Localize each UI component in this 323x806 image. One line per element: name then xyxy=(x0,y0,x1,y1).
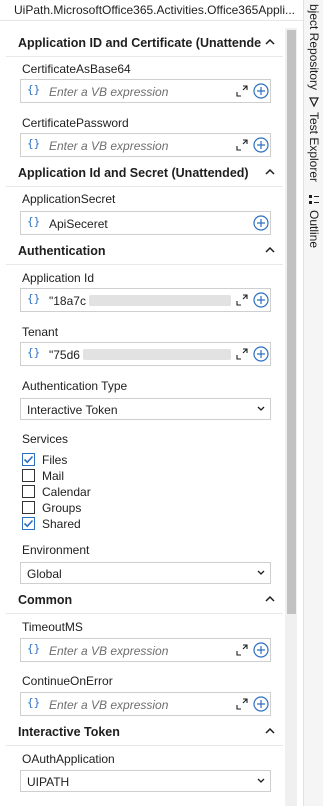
section-interactive-token[interactable]: Interactive Token xyxy=(6,721,283,745)
section-title: Interactive Token xyxy=(18,725,120,739)
checkbox-label-files: Files xyxy=(42,453,68,467)
expand-editor-icon[interactable] xyxy=(236,294,248,306)
divider xyxy=(6,264,283,265)
certificate-password-placeholder: Enter a VB expression xyxy=(49,139,169,153)
section-authentication[interactable]: Authentication xyxy=(6,240,283,264)
checkmark-icon xyxy=(23,519,34,528)
side-tab-test-explorer[interactable]: Test Explorer xyxy=(307,112,321,182)
chevron-down-icon xyxy=(257,778,265,783)
checkbox-calendar[interactable] xyxy=(22,485,35,498)
timeoutms-placeholder: Enter a VB expression xyxy=(49,644,169,658)
section-common[interactable]: Common xyxy=(6,589,283,613)
checkbox-label-groups: Groups xyxy=(42,501,82,515)
prop-label-services: Services xyxy=(22,432,69,446)
timeoutms-field[interactable]: {} Enter a VB expression xyxy=(20,638,271,662)
expand-editor-icon[interactable] xyxy=(236,348,248,360)
section-title: Authentication xyxy=(18,244,106,258)
checkbox-label-shared: Shared xyxy=(42,517,81,531)
divider xyxy=(6,186,283,187)
checkmark-icon xyxy=(23,455,34,464)
application-secret-value: ApiSeceret xyxy=(49,217,108,231)
prop-label-application-secret: ApplicationSecret xyxy=(22,192,116,206)
checkbox-groups[interactable] xyxy=(22,501,35,514)
chevron-up-icon[interactable] xyxy=(263,724,277,738)
certificate-password-field[interactable]: {} Enter a VB expression xyxy=(20,133,271,157)
side-tab-outline[interactable]: Outline xyxy=(307,210,321,248)
expand-editor-icon[interactable] xyxy=(236,644,248,656)
add-variable-icon[interactable] xyxy=(253,83,269,99)
chevron-up-icon[interactable] xyxy=(263,165,277,179)
chevron-up-icon[interactable] xyxy=(263,243,277,257)
expand-editor-icon[interactable] xyxy=(236,698,248,710)
prop-label-continue-on-error: ContinueOnError xyxy=(22,674,113,688)
section-appid-secret[interactable]: Application Id and Secret (Unattended) xyxy=(6,162,283,186)
redacted-text xyxy=(83,349,231,360)
expression-braces-icon: {} xyxy=(27,696,41,709)
section-title: Application ID and Certificate (Unattend… xyxy=(18,36,262,50)
expand-editor-icon[interactable] xyxy=(236,139,248,151)
continue-on-error-field[interactable]: {} Enter a VB expression xyxy=(20,692,271,716)
side-tab-strip: bject Repository Test Explorer Outline xyxy=(303,0,323,806)
oauth-application-select[interactable]: UIPATH xyxy=(20,770,271,792)
add-variable-icon[interactable] xyxy=(253,642,269,658)
chevron-down-icon xyxy=(257,406,265,411)
section-title: Application Id and Secret (Unattended) xyxy=(18,166,249,180)
section-appid-certificate[interactable]: Application ID and Certificate (Unattend… xyxy=(6,32,283,56)
prop-label-authentication-type: Authentication Type xyxy=(22,379,128,393)
application-id-field[interactable]: {} "18a7c xyxy=(20,288,271,312)
prop-label-tenant: Tenant xyxy=(22,325,59,339)
authentication-type-value: Interactive Token xyxy=(27,403,118,417)
add-variable-icon[interactable] xyxy=(253,215,269,231)
checkbox-label-mail: Mail xyxy=(42,469,65,483)
test-explorer-icon xyxy=(308,96,320,111)
expression-braces-icon: {} xyxy=(27,137,41,150)
tenant-value: "75d6 xyxy=(49,348,80,362)
prop-label-certificate-password: CertificatePassword xyxy=(22,116,129,130)
redacted-text xyxy=(89,295,231,306)
checkbox-label-calendar: Calendar xyxy=(42,485,91,499)
chevron-up-icon[interactable] xyxy=(263,592,277,606)
expression-braces-icon: {} xyxy=(27,292,41,305)
expression-braces-icon: {} xyxy=(27,215,41,228)
certificate-base64-placeholder: Enter a VB expression xyxy=(49,85,169,99)
environment-value: Global xyxy=(27,567,62,581)
expression-braces-icon: {} xyxy=(27,83,41,96)
tenant-field[interactable]: {} "75d6 xyxy=(20,342,271,366)
prop-label-environment: Environment xyxy=(22,543,90,557)
prop-label-timeoutms: TimeoutMS xyxy=(22,620,83,634)
add-variable-icon[interactable] xyxy=(253,292,269,308)
checkbox-files[interactable] xyxy=(22,453,35,466)
checkbox-shared[interactable] xyxy=(22,517,35,530)
oauth-application-value: UIPATH xyxy=(27,775,70,789)
continue-on-error-placeholder: Enter a VB expression xyxy=(49,698,169,712)
certificate-base64-field[interactable]: {} Enter a VB expression xyxy=(20,79,271,103)
divider xyxy=(6,56,283,57)
authentication-type-select[interactable]: Interactive Token xyxy=(20,398,271,420)
window-title-bar: UiPath.MicrosoftOffice365.Activities.Off… xyxy=(0,0,303,21)
expression-braces-icon: {} xyxy=(27,346,41,359)
chevron-up-icon[interactable] xyxy=(263,35,277,49)
side-tab-object-repository[interactable]: bject Repository xyxy=(307,4,321,90)
expand-editor-icon[interactable] xyxy=(236,85,248,97)
application-id-value: "18a7c xyxy=(49,294,86,308)
divider xyxy=(6,613,283,614)
add-variable-icon[interactable] xyxy=(253,137,269,153)
checkbox-mail[interactable] xyxy=(22,469,35,482)
window-title: UiPath.MicrosoftOffice365.Activities.Off… xyxy=(14,3,294,17)
section-title: Common xyxy=(18,593,73,607)
outline-icon xyxy=(308,194,320,209)
environment-select[interactable]: Global xyxy=(20,562,271,584)
application-secret-field[interactable]: {} ApiSeceret xyxy=(20,211,271,235)
chevron-down-icon xyxy=(257,570,265,575)
scrollbar-thumb[interactable] xyxy=(287,30,296,614)
prop-label-oauth-application: OAuthApplication xyxy=(22,752,115,766)
prop-label-certificate-base64: CertificateAsBase64 xyxy=(22,62,131,76)
add-variable-icon[interactable] xyxy=(253,696,269,712)
prop-label-application-id: Application Id xyxy=(22,271,95,285)
expression-braces-icon: {} xyxy=(27,642,41,655)
add-variable-icon[interactable] xyxy=(253,346,269,362)
divider xyxy=(6,745,283,746)
properties-panel: Application ID and Certificate (Unattend… xyxy=(6,28,283,806)
